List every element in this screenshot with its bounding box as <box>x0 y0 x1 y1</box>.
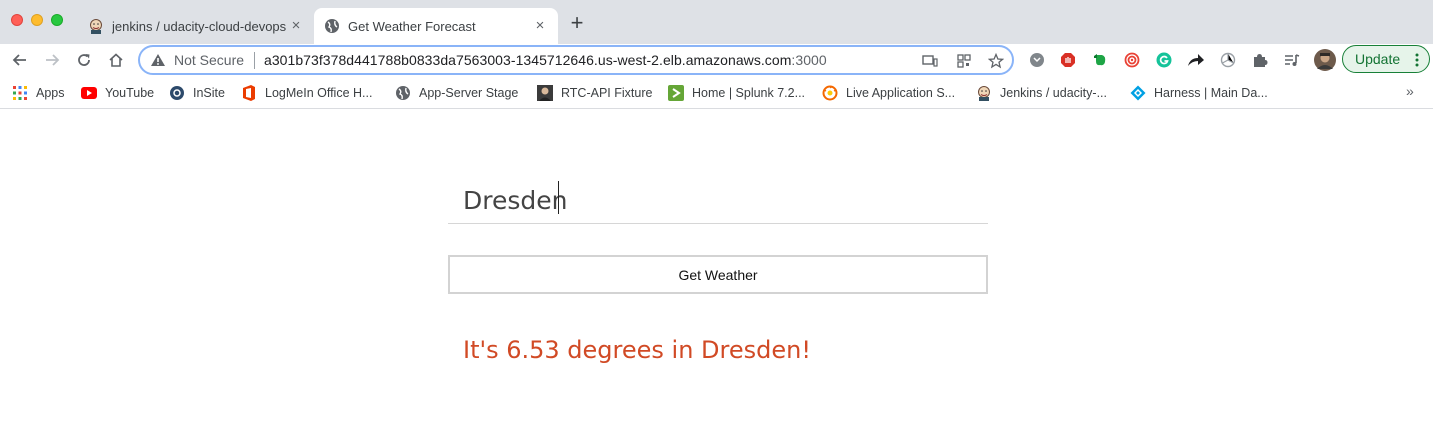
tab-close-icon[interactable]: × <box>286 16 306 36</box>
back-icon[interactable] <box>8 48 32 72</box>
bookmark-insite[interactable]: InSite <box>169 83 225 103</box>
avatar-icon <box>537 85 553 101</box>
bookmark-splunk[interactable]: Home | Splunk 7.2... <box>668 83 805 103</box>
grafana-icon <box>822 85 838 101</box>
bookmark-rtc-api[interactable]: RTC-API Fixture <box>537 83 652 103</box>
bookmarks-bar: Apps YouTube InSite LogMeIn Office H... … <box>0 77 1433 109</box>
target-icon[interactable] <box>1122 50 1142 70</box>
window-minimize-button[interactable] <box>31 14 43 26</box>
update-label: Update <box>1355 51 1401 67</box>
grammarly-icon[interactable] <box>1154 50 1174 70</box>
evernote-icon[interactable] <box>1090 50 1110 70</box>
bookmark-harness[interactable]: Harness | Main Da... <box>1130 83 1268 103</box>
bookmark-app-server[interactable]: App-Server Stage <box>395 83 518 103</box>
star-icon[interactable] <box>986 51 1006 71</box>
qr-code-icon[interactable] <box>954 51 974 71</box>
page-content: Get Weather It's 6.53 degrees in Dresden… <box>0 110 1433 431</box>
warning-icon[interactable] <box>150 53 166 67</box>
insite-icon <box>169 85 185 101</box>
bookmark-label: InSite <box>193 86 225 100</box>
toolbar: Not Secure a301b73f378d441788b0833da7563… <box>0 44 1433 77</box>
bookmarks-overflow-icon[interactable]: » <box>1406 83 1414 99</box>
apps-grid-icon <box>12 85 28 101</box>
reload-icon[interactable] <box>72 48 96 72</box>
tab-close-icon[interactable]: × <box>530 16 550 36</box>
tab-strip: jenkins / udacity-cloud-devops × Get Wea… <box>0 0 1433 44</box>
url-host: a301b73f378d441788b0833da7563003-1345712… <box>264 52 792 68</box>
address-bar[interactable]: Not Secure a301b73f378d441788b0833da7563… <box>138 45 1014 75</box>
globe-icon <box>395 85 411 101</box>
get-weather-button[interactable]: Get Weather <box>448 255 988 294</box>
bookmark-label: LogMeIn Office H... <box>265 86 373 100</box>
youtube-icon <box>81 85 97 101</box>
tab-title: Get Weather Forecast <box>348 18 476 34</box>
bookmark-youtube[interactable]: YouTube <box>81 83 154 103</box>
forward-icon[interactable] <box>40 48 64 72</box>
bookmark-label: YouTube <box>105 86 155 100</box>
harness-icon <box>1130 85 1146 101</box>
splunk-icon <box>668 85 684 101</box>
extension-gray-icon[interactable] <box>1027 50 1047 70</box>
security-label[interactable]: Not Secure <box>174 52 244 68</box>
text-caret <box>558 181 559 214</box>
adblock-icon[interactable] <box>1058 50 1078 70</box>
bookmark-label: Jenkins / udacity-... <box>1000 86 1107 100</box>
tab-jenkins[interactable]: jenkins / udacity-cloud-devops × <box>78 8 314 44</box>
home-icon[interactable] <box>104 48 128 72</box>
bookmark-logmein[interactable]: LogMeIn Office H... <box>241 83 372 103</box>
puzzle-icon[interactable] <box>1250 50 1270 70</box>
window-close-button[interactable] <box>11 14 23 26</box>
office-icon <box>241 85 257 101</box>
bookmark-label: Home | Splunk 7.2... <box>692 86 806 100</box>
url-text[interactable]: a301b73f378d441788b0833da7563003-1345712… <box>264 52 827 68</box>
bookmark-live-application[interactable]: Live Application S... <box>822 83 955 103</box>
bookmark-label: RTC-API Fixture <box>561 86 653 100</box>
tab-weather[interactable]: Get Weather Forecast × <box>314 8 558 44</box>
bookmark-jenkins[interactable]: Jenkins / udacity-... <box>976 83 1107 103</box>
bookmark-label: Live Application S... <box>846 86 956 100</box>
tab-title: jenkins / udacity-cloud-devops <box>112 18 286 34</box>
share-arrow-icon[interactable] <box>1186 50 1206 70</box>
weather-result-text: It's 6.53 degrees in Dresden! <box>463 336 811 364</box>
extension-outline-icon[interactable] <box>1218 50 1238 70</box>
city-input[interactable] <box>448 172 988 224</box>
kebab-menu-icon[interactable] <box>1415 52 1419 68</box>
cast-icon[interactable] <box>920 51 940 71</box>
jenkins-icon <box>88 18 104 34</box>
bookmark-label: App-Server Stage <box>419 86 519 100</box>
media-queue-icon[interactable] <box>1282 50 1302 70</box>
profile-avatar-icon[interactable] <box>1313 48 1337 72</box>
bookmark-label: Apps <box>36 86 65 100</box>
url-port: :3000 <box>791 52 827 68</box>
update-button[interactable]: Update <box>1342 45 1430 73</box>
jenkins-icon <box>976 85 992 101</box>
new-tab-button[interactable]: + <box>565 12 589 36</box>
bookmark-label: Harness | Main Da... <box>1154 86 1268 100</box>
divider <box>254 52 255 69</box>
globe-icon <box>324 18 340 34</box>
bookmark-apps[interactable]: Apps <box>12 83 65 103</box>
window-maximize-button[interactable] <box>51 14 63 26</box>
